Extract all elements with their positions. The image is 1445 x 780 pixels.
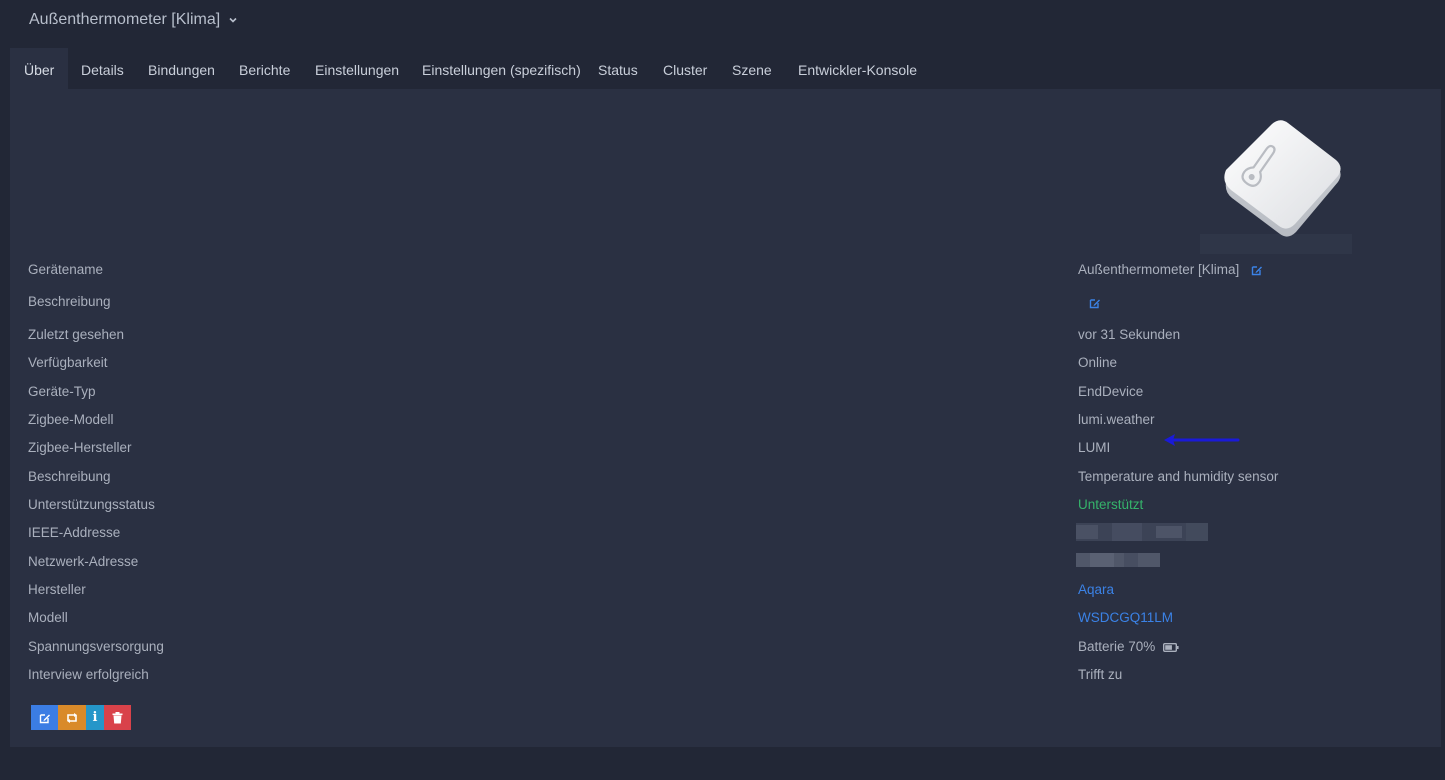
- label-network-address: Netzwerk-Adresse: [28, 554, 139, 569]
- tab-berichte[interactable]: Berichte: [225, 48, 304, 89]
- tab-bindungen[interactable]: Bindungen: [134, 48, 229, 89]
- edit-name-icon[interactable]: [1251, 264, 1263, 276]
- value-last-seen: vor 31 Sekunden: [1078, 327, 1181, 342]
- value-model-description: Temperature and humidity sensor: [1078, 469, 1279, 484]
- label-last-seen: Zuletzt gesehen: [28, 327, 125, 342]
- value-zigbee-model: lumi.weather: [1078, 412, 1155, 427]
- tab-einstellungen[interactable]: Einstellungen: [301, 48, 413, 89]
- redacted-network-address: [1076, 553, 1160, 567]
- trash-icon: [112, 711, 123, 723]
- device-image: [1200, 120, 1352, 254]
- label-ieee-address: IEEE-Addresse: [28, 525, 121, 540]
- reconfigure-icon: [67, 712, 77, 723]
- edit-description-icon[interactable]: [1089, 297, 1101, 309]
- label-interview-completed: Interview erfolgreich: [28, 667, 149, 682]
- tab-szene[interactable]: Szene: [718, 48, 786, 89]
- label-zigbee-model: Zigbee-Modell: [28, 412, 114, 427]
- tab-ueber[interactable]: Über: [10, 48, 69, 89]
- value-device-type: EndDevice: [1078, 384, 1144, 399]
- tab-einstellungen-spezifisch[interactable]: Einstellungen (spezifisch): [408, 48, 595, 89]
- device-selector[interactable]: Außenthermometer [Klima]: [29, 11, 238, 29]
- tab-cluster[interactable]: Cluster: [649, 48, 721, 89]
- label-manufacturer: Hersteller: [28, 582, 86, 597]
- value-device-name: Außenthermometer [Klima]: [1078, 262, 1263, 277]
- value-interview-completed: Trifft zu: [1078, 667, 1123, 682]
- edit-button[interactable]: [31, 705, 58, 730]
- value-model[interactable]: WSDCGQ11LM: [1078, 610, 1173, 625]
- tab-bar: Über Details Bindungen Berichte Einstell…: [10, 48, 1441, 89]
- remove-button[interactable]: [104, 705, 131, 730]
- battery-icon: [1163, 642, 1179, 652]
- label-support-status: Unterstützungsstatus: [28, 497, 155, 512]
- tab-details[interactable]: Details: [67, 48, 138, 89]
- value-zigbee-manufacturer: LUMI: [1078, 440, 1111, 455]
- chevron-down-icon: [229, 17, 237, 23]
- label-device-type: Geräte-Typ: [28, 384, 96, 399]
- top-bar: Außenthermometer [Klima]: [0, 0, 1445, 48]
- label-zigbee-manufacturer: Zigbee-Hersteller: [28, 440, 132, 455]
- label-availability: Verfügbarkeit: [28, 355, 108, 370]
- value-support-status[interactable]: Unterstützt: [1078, 497, 1143, 512]
- value-availability: Online: [1078, 355, 1118, 370]
- value-description: [1089, 295, 1101, 310]
- label-model-description: Beschreibung: [28, 469, 111, 484]
- device-panel: Über Details Bindungen Berichte Einstell…: [10, 48, 1441, 747]
- label-model: Modell: [28, 610, 68, 625]
- edit-icon: [39, 713, 50, 723]
- device-title: Außenthermometer [Klima]: [29, 11, 221, 28]
- tab-status[interactable]: Status: [584, 48, 652, 89]
- device-name-text: Außenthermometer [Klima]: [1078, 262, 1240, 277]
- power-source-text: Batterie 70%: [1078, 639, 1156, 654]
- reconfigure-button[interactable]: [58, 705, 86, 730]
- annotation-arrow-icon: [1164, 434, 1240, 446]
- label-device-name: Gerätename: [28, 262, 104, 277]
- value-manufacturer[interactable]: Aqara: [1078, 582, 1114, 597]
- tab-entwickler-konsole[interactable]: Entwickler-Konsole: [784, 48, 931, 89]
- label-power-source: Spannungsversorgung: [28, 639, 164, 654]
- interview-button[interactable]: i: [86, 705, 104, 730]
- label-description: Beschreibung: [28, 294, 111, 309]
- redacted-ieee-address: [1076, 523, 1208, 541]
- action-button-group: i: [31, 705, 131, 730]
- info-icon: i: [92, 710, 98, 725]
- value-power-source: Batterie 70%: [1078, 639, 1179, 654]
